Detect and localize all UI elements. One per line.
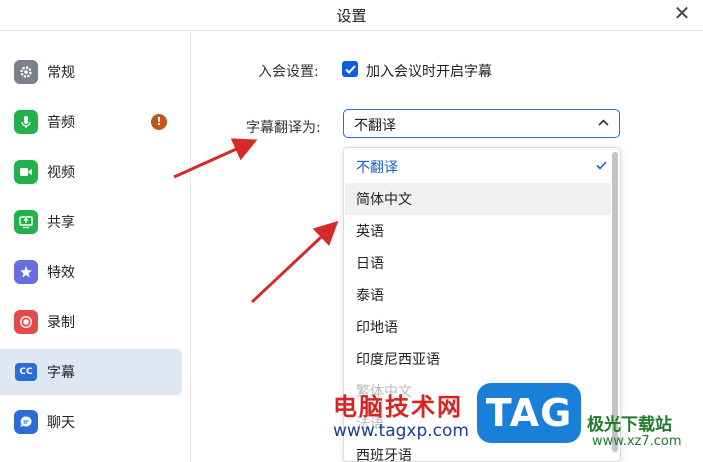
watermark-text: 电脑技术网 bbox=[333, 393, 463, 421]
sidebar-item-label: 字幕 bbox=[47, 365, 75, 381]
translate-select[interactable]: 不翻译 bbox=[343, 109, 620, 138]
chevron-up-icon bbox=[598, 119, 609, 126]
option-spanish[interactable]: 西班牙语 bbox=[345, 439, 611, 461]
share-screen-icon bbox=[14, 210, 38, 234]
checkmark-icon bbox=[344, 64, 356, 74]
watermark-url: www.tagxp.com bbox=[333, 421, 469, 441]
sidebar-item-chat[interactable]: 聊天 bbox=[0, 399, 182, 445]
option-hindi[interactable]: 印地语 bbox=[345, 311, 611, 343]
close-icon[interactable]: ✕ bbox=[671, 2, 693, 24]
watermark-site-name: 极光下载站 bbox=[587, 415, 672, 435]
option-japanese[interactable]: 日语 bbox=[345, 247, 611, 279]
join-settings-label: 入会设置: bbox=[258, 64, 319, 80]
sidebar-item-label: 音频 bbox=[47, 115, 75, 131]
watermark-site-url: www.xz7.com bbox=[592, 434, 682, 449]
option-no-translation[interactable]: 不翻译 bbox=[345, 151, 611, 183]
sidebar-item-record[interactable]: 录制 bbox=[0, 299, 182, 345]
option-indonesian[interactable]: 印度尼西亚语 bbox=[345, 343, 611, 375]
captions-on-join-checkbox[interactable] bbox=[342, 61, 358, 77]
sidebar-item-general[interactable]: 常规 bbox=[0, 49, 182, 95]
sidebar-item-label: 共享 bbox=[47, 215, 75, 231]
chat-icon bbox=[14, 410, 38, 434]
option-thai[interactable]: 泰语 bbox=[345, 279, 611, 311]
selected-check-icon bbox=[596, 161, 607, 170]
captions-on-join-label[interactable]: 加入会议时开启字幕 bbox=[366, 61, 492, 81]
tag-logo: TAG bbox=[477, 383, 581, 443]
translate-to-label: 字幕翻译为: bbox=[246, 120, 321, 136]
effects-icon bbox=[14, 260, 38, 284]
option-simplified-chinese[interactable]: 简体中文 bbox=[345, 183, 611, 215]
warning-badge: ! bbox=[151, 114, 167, 130]
sidebar-item-captions[interactable]: CC 字幕 bbox=[0, 349, 182, 395]
option-english[interactable]: 英语 bbox=[345, 215, 611, 247]
sidebar-item-video[interactable]: 视频 bbox=[0, 149, 182, 195]
window-title: 设置 bbox=[336, 7, 367, 25]
sidebar-item-label: 视频 bbox=[47, 165, 75, 181]
sidebar-item-audio[interactable]: 音频 ! bbox=[0, 99, 182, 145]
record-icon bbox=[14, 310, 38, 334]
sidebar-item-effects[interactable]: 特效 bbox=[0, 249, 182, 295]
title-bar: 设置 ✕ bbox=[0, 0, 703, 31]
sidebar-item-label: 聊天 bbox=[47, 415, 75, 431]
video-camera-icon bbox=[14, 160, 38, 184]
translate-select-value: 不翻译 bbox=[354, 118, 396, 134]
microphone-icon bbox=[14, 110, 38, 134]
sidebar-item-share[interactable]: 共享 bbox=[0, 199, 182, 245]
sidebar-item-label: 常规 bbox=[47, 65, 75, 81]
sidebar: 常规 音频 ! 视频 共享 特效 录制 CC 字幕 聊天 bbox=[0, 31, 191, 462]
tag-logo-text: TAG bbox=[485, 391, 573, 435]
cc-icon: CC bbox=[15, 363, 37, 381]
gear-icon bbox=[14, 60, 38, 84]
annotation-arrow bbox=[250, 220, 339, 304]
sidebar-item-label: 录制 bbox=[47, 315, 75, 331]
dropdown-scrollbar[interactable] bbox=[612, 152, 618, 452]
sidebar-item-label: 特效 bbox=[47, 265, 75, 281]
